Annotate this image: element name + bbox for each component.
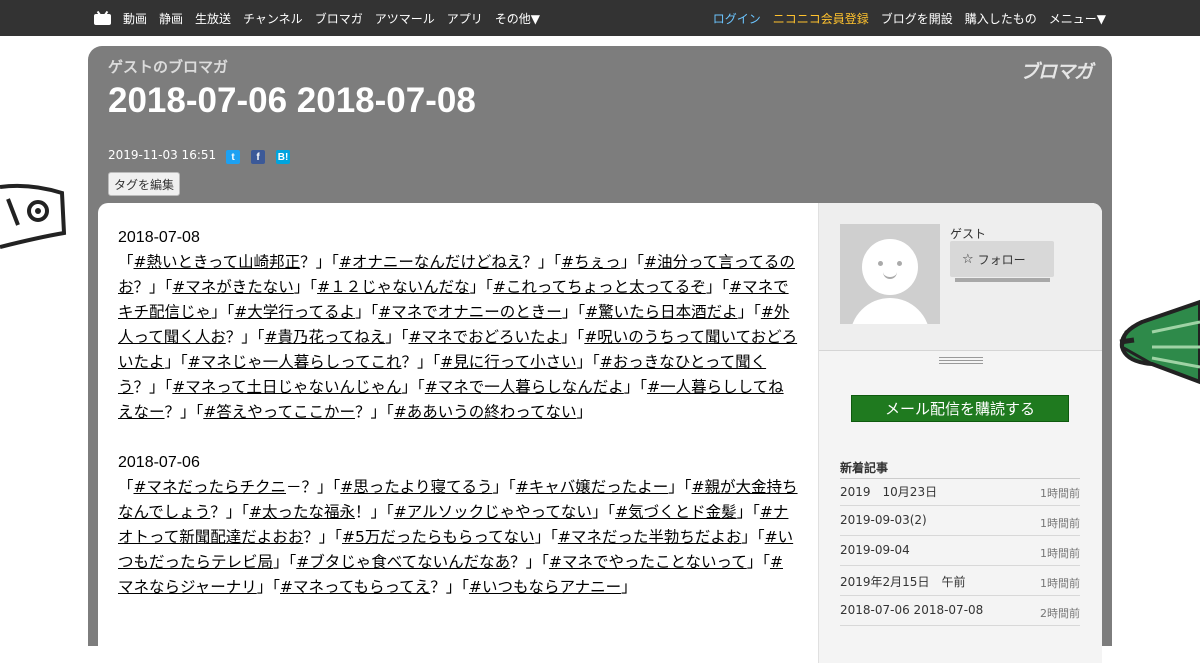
- hashtag-link[interactable]: #大学行ってるよ: [234, 303, 355, 321]
- hashtag-link[interactable]: #驚いたら日本酒だよ: [585, 303, 738, 321]
- section-date: 2018-07-08: [118, 229, 200, 246]
- article-body: 2018-07-08 「#熱いときって山崎邦正？」「#オナニーなんだけどねえ？」「…: [118, 225, 798, 625]
- hashtag-link[interactable]: #マネって土日じゃないんじゃん: [172, 378, 401, 396]
- follow-button[interactable]: ☆ フォロー: [950, 241, 1054, 277]
- hashtag-link[interactable]: #マネじゃ一人暮らしってこれ: [188, 353, 402, 371]
- top-nav-right: ログイン ニコニコ会員登録 ブログを開設 購入したもの メニュー▼: [701, 0, 1106, 36]
- hashtag-link[interactable]: #熱いときって山崎邦正: [134, 253, 301, 271]
- hashtag-link[interactable]: #マネでやったことないって: [549, 553, 747, 571]
- edit-tags-button[interactable]: タグを編集: [108, 172, 181, 196]
- follow-label: フォロー: [977, 252, 1026, 267]
- hashtag-link[interactable]: #ブタじゃ食べてないんだなあ: [296, 553, 510, 571]
- recent-article-age: 1時間前: [1040, 487, 1080, 500]
- pencil-decoration-right: [1119, 299, 1200, 385]
- user-name[interactable]: ゲスト: [950, 225, 986, 242]
- open-blog-link[interactable]: ブログを開設: [881, 10, 953, 27]
- section-date: 2018-07-06: [118, 454, 200, 471]
- blog-name[interactable]: ゲストのブロマガ: [108, 56, 228, 77]
- menu-dropdown[interactable]: メニュー▼: [1049, 10, 1106, 27]
- register-link[interactable]: ニコニコ会員登録: [773, 10, 869, 27]
- mascot-decoration-left: [0, 183, 67, 249]
- hashtag-link[interactable]: #オナニーなんだけどねえ: [339, 253, 523, 271]
- nav-atsumaru[interactable]: アツマール: [375, 10, 435, 27]
- sidebar: ゲスト ☆ フォロー メール配信を購読する 新着記事 2019 10月23日 1時…: [818, 203, 1102, 663]
- recent-article-item[interactable]: 2019 10月23日 1時間前: [840, 476, 1080, 506]
- twitter-share-icon[interactable]: t: [226, 150, 240, 164]
- recent-article-item[interactable]: 2019-09-03(2) 1時間前: [840, 506, 1080, 536]
- nav-blomaga[interactable]: ブロマガ: [315, 10, 363, 27]
- hashtag-link[interactable]: #いつもならアナニー: [469, 578, 621, 596]
- hashtag-link[interactable]: #太ったな福永: [249, 503, 355, 521]
- recent-article-title[interactable]: 2019 10月23日: [840, 483, 937, 500]
- hashtag-paragraph: 「#マネだったらチクニ－？」「#思ったより寝てるう」「#キャバ嬢だったよー」「#…: [118, 478, 798, 596]
- recent-article-title[interactable]: 2019-09-03(2): [840, 513, 927, 527]
- recent-article-title[interactable]: 2019年2月15日 午前: [840, 573, 965, 590]
- nav-live[interactable]: 生放送: [195, 10, 231, 27]
- nav-apps[interactable]: アプリ: [447, 10, 483, 27]
- recent-article-age: 1時間前: [1040, 577, 1080, 590]
- article-title: 2018-07-06 2018-07-08: [108, 81, 476, 120]
- hashtag-link[interactable]: #１２じゃないんだな: [317, 278, 470, 296]
- hashtag-link[interactable]: #マネでオナニーのときー: [378, 303, 562, 321]
- top-nav-left: 動画 静画 生放送 チャンネル ブロマガ アツマール アプリ その他▼: [94, 0, 552, 36]
- recent-article-item[interactable]: 2019年2月15日 午前 1時間前: [840, 566, 1080, 596]
- recent-article-item[interactable]: 2018-07-06 2018-07-08 2時間前: [840, 596, 1080, 626]
- top-nav-bar: 動画 静画 生放送 チャンネル ブロマガ アツマール アプリ その他▼ ログイン…: [0, 0, 1200, 36]
- hashtag-link[interactable]: #キャバ嬢だったよー: [516, 478, 669, 496]
- recent-article-title[interactable]: 2018-07-06 2018-07-08: [840, 603, 983, 617]
- nav-more-dropdown[interactable]: その他▼: [495, 10, 540, 27]
- hashtag-link[interactable]: #アルソックじゃやってない: [394, 503, 592, 521]
- nav-channel[interactable]: チャンネル: [243, 10, 303, 27]
- recent-articles-list: 2019 10月23日 1時間前 2019-09-03(2) 1時間前 2019-09-…: [840, 476, 1080, 626]
- hashtag-link[interactable]: #貴乃花ってねえ: [265, 328, 386, 346]
- hashtag-link[interactable]: #5万だったらもらってない: [342, 528, 535, 546]
- hashtag-link[interactable]: #ちぇっ: [561, 253, 621, 271]
- niconico-tv-icon[interactable]: [94, 10, 111, 25]
- hashtag-link[interactable]: #思ったより寝てるう: [340, 478, 492, 496]
- recent-article-age: 1時間前: [1040, 547, 1080, 560]
- facebook-share-icon[interactable]: f: [251, 150, 265, 164]
- hashtag-link[interactable]: #マネだったらチクニ: [134, 478, 287, 496]
- hashtag-link[interactable]: #マネでおどろいたよ: [409, 328, 562, 346]
- nav-video[interactable]: 動画: [123, 10, 147, 27]
- article-datetime: 2019-11-03 16:51: [108, 148, 217, 162]
- recent-article-title[interactable]: 2019-09-04: [840, 543, 910, 557]
- blog-panel: ゲストのブロマガ ブロマガ 2018-07-06 2018-07-08 2019…: [88, 46, 1112, 663]
- hashtag-link[interactable]: #マネってもらってえ: [280, 578, 430, 596]
- profile-card: ゲスト ☆ フォロー: [819, 203, 1102, 351]
- hashtag-link[interactable]: #マネで一人暮らしなんだよ: [425, 378, 624, 396]
- follow-button-shadow: [955, 278, 1050, 282]
- star-icon: ☆: [962, 251, 974, 267]
- hashtag-link[interactable]: #ああいうの終わってない: [394, 403, 577, 421]
- share-buttons: t f B!: [226, 150, 301, 164]
- recent-article-age: 2時間前: [1040, 607, 1080, 620]
- hashtag-link[interactable]: #答えやってここかー: [203, 403, 355, 421]
- avatar[interactable]: [840, 224, 940, 324]
- recent-article-item[interactable]: 2019-09-04 1時間前: [840, 536, 1080, 566]
- purchased-link[interactable]: 購入したもの: [965, 10, 1037, 27]
- content-area: 2018-07-08 「#熱いときって山崎邦正？」「#オナニーなんだけどねえ？」「…: [98, 203, 1102, 663]
- hashtag-link[interactable]: #これってちょっと太ってるぞ: [493, 278, 706, 296]
- blomaga-logo[interactable]: ブロマガ: [1020, 57, 1093, 84]
- recent-article-age: 1時間前: [1040, 517, 1080, 530]
- hatena-bookmark-icon[interactable]: B!: [276, 150, 290, 164]
- nav-seiga[interactable]: 静画: [159, 10, 183, 27]
- hashtag-link[interactable]: #見に行って小さい: [440, 353, 576, 371]
- hashtag-link[interactable]: #マネがきたない: [172, 278, 294, 296]
- subscribe-email-button[interactable]: メール配信を購読する: [851, 395, 1069, 422]
- login-link[interactable]: ログイン: [713, 10, 761, 27]
- collapse-handle-icon[interactable]: [939, 355, 983, 364]
- hashtag-link[interactable]: #マネだった半勃ちだよお: [558, 528, 742, 546]
- hashtag-link[interactable]: #気づくとド金髪: [615, 503, 737, 521]
- hashtag-paragraph: 「#熱いときって山崎邦正？」「#オナニーなんだけどねえ？」「#ちぇっ」「#油分っ…: [118, 253, 798, 421]
